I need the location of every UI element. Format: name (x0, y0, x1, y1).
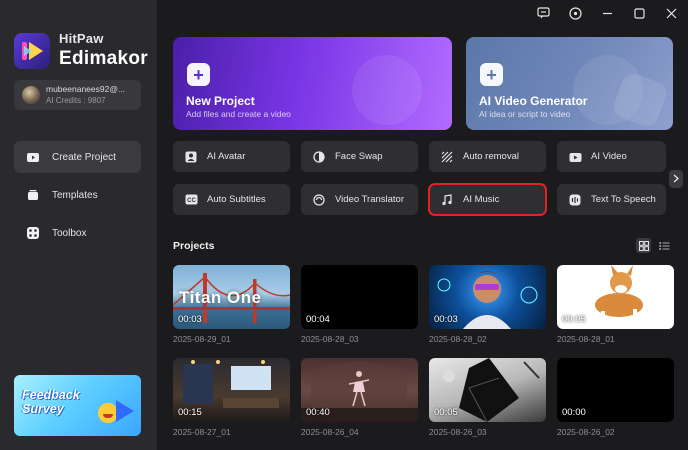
ai-video-generator-card[interactable]: + AI Video Generator AI idea or script t… (466, 37, 673, 130)
user-email: mubeenanees92@... (46, 84, 126, 94)
feature-label: AI Video (591, 151, 627, 162)
project-date: 2025-08-26_02 (557, 427, 615, 437)
brand: HitPaw Edimakor (14, 31, 148, 70)
project-thumbnail[interactable]: 00:00 (557, 358, 674, 422)
subtitles-icon: CC (183, 192, 199, 208)
window-controls (534, 5, 680, 21)
app-window: HitPaw Edimakor mubeenanees92@... AI Cre… (0, 0, 688, 450)
project-date: 2025-08-29_01 (173, 334, 231, 344)
play-box-icon (25, 149, 41, 165)
project-thumbnail[interactable]: 00:05 (557, 265, 674, 329)
brand-name-big: Edimakor (59, 48, 148, 69)
auto-subtitles-button[interactable]: CC Auto Subtitles (173, 184, 290, 215)
user-account-card[interactable]: mubeenanees92@... AI Credits : 9807 (14, 80, 141, 110)
feedback-survey-label: Feedback Survey (22, 388, 80, 416)
project-thumbnail[interactable]: 00:05 (429, 358, 546, 422)
avatar (22, 86, 40, 104)
text-to-speech-button[interactable]: Text To Speech (557, 184, 666, 215)
arrow-icon (116, 400, 134, 422)
duration-label: 00:04 (306, 314, 330, 325)
face-swap-icon (311, 149, 327, 165)
sidebar-item-label: Templates (52, 189, 98, 201)
thumbnail-title-text: Titan One (179, 288, 262, 307)
chevron-right-icon (673, 170, 679, 188)
project-thumbnail[interactable]: 00:04 (301, 265, 418, 329)
project-date: 2025-08-28_02 (429, 334, 487, 344)
video-translator-button[interactable]: Video Translator (301, 184, 418, 215)
maximize-icon[interactable] (630, 5, 648, 21)
duration-label: 00:15 (178, 407, 202, 418)
music-icon (439, 192, 455, 208)
new-project-subtitle: Add files and create a video (186, 109, 291, 119)
project-thumbnail[interactable]: 00:03 (429, 265, 546, 329)
projects-heading: Projects (173, 240, 215, 252)
feature-label: AI Music (463, 194, 500, 205)
project-date: 2025-08-28_03 (301, 334, 359, 344)
auto-removal-button[interactable]: Auto removal (429, 141, 546, 172)
duration-label: 00:03 (178, 314, 202, 325)
feature-label: Auto removal (463, 151, 519, 162)
view-toggle (636, 238, 672, 253)
ai-video-generator-title: AI Video Generator (479, 94, 588, 108)
sidebar-item-templates[interactable]: Templates (14, 179, 141, 211)
close-icon[interactable] (662, 5, 680, 21)
speech-icon (567, 192, 583, 208)
stack-icon (25, 187, 41, 203)
duration-label: 00:05 (562, 314, 586, 325)
sidebar-item-toolbox[interactable]: Toolbox (14, 217, 141, 249)
avatar-icon (183, 149, 199, 165)
feedback-icon[interactable] (534, 5, 552, 21)
project-thumbnail[interactable]: Titan One 00:03 (173, 265, 290, 329)
duration-label: 00:00 (562, 407, 586, 418)
feature-label: AI Avatar (207, 151, 246, 162)
duration-label: 00:05 (434, 407, 458, 418)
svg-text:CC: CC (187, 198, 196, 204)
sidebar-nav: Create Project Templates Toolbox (14, 141, 141, 255)
grid-dots-icon (25, 225, 41, 241)
project-date: 2025-08-26_04 (301, 427, 359, 437)
features-next-button[interactable] (669, 170, 683, 188)
feature-label: Video Translator (335, 194, 405, 205)
feature-label: Face Swap (335, 151, 383, 162)
feature-label: Text To Speech (591, 194, 656, 205)
minimize-icon[interactable] (598, 5, 616, 21)
sidebar-item-label: Create Project (52, 151, 116, 163)
face-swap-button[interactable]: Face Swap (301, 141, 418, 172)
project-thumbnail[interactable]: 00:15 (173, 358, 290, 422)
ai-video-button[interactable]: AI Video (557, 141, 666, 172)
ai-music-button[interactable]: AI Music (428, 183, 547, 216)
new-project-card[interactable]: + New Project Add files and create a vid… (173, 37, 452, 130)
grid-view-icon[interactable] (636, 238, 651, 253)
smile-emoji-icon (98, 403, 118, 423)
duration-label: 00:40 (306, 407, 330, 418)
brand-name-small: HitPaw (59, 31, 104, 46)
sidebar-item-create-project[interactable]: Create Project (14, 141, 141, 173)
sidebar: HitPaw Edimakor mubeenanees92@... AI Cre… (0, 0, 157, 450)
feature-label: Auto Subtitles (207, 194, 266, 205)
project-date: 2025-08-27_01 (173, 427, 231, 437)
project-thumbnail[interactable]: 00:40 (301, 358, 418, 422)
sidebar-item-label: Toolbox (52, 227, 87, 239)
project-date: 2025-08-26_03 (429, 427, 487, 437)
duration-label: 00:03 (434, 314, 458, 325)
user-credits: AI Credits : 9807 (46, 96, 106, 105)
ai-video-icon (567, 149, 583, 165)
project-date: 2025-08-28_01 (557, 334, 615, 344)
list-view-icon[interactable] (657, 238, 672, 253)
app-logo-icon (14, 32, 50, 69)
ai-video-generator-subtitle: AI idea or script to video (479, 109, 571, 119)
new-project-title: New Project (186, 94, 255, 108)
feedback-survey-banner[interactable]: Feedback Survey (14, 375, 141, 436)
ai-avatar-button[interactable]: AI Avatar (173, 141, 290, 172)
info-icon[interactable] (566, 5, 584, 21)
translate-icon (311, 192, 327, 208)
auto-removal-icon (439, 149, 455, 165)
plus-icon: + (187, 63, 210, 86)
plus-icon: + (480, 63, 503, 86)
